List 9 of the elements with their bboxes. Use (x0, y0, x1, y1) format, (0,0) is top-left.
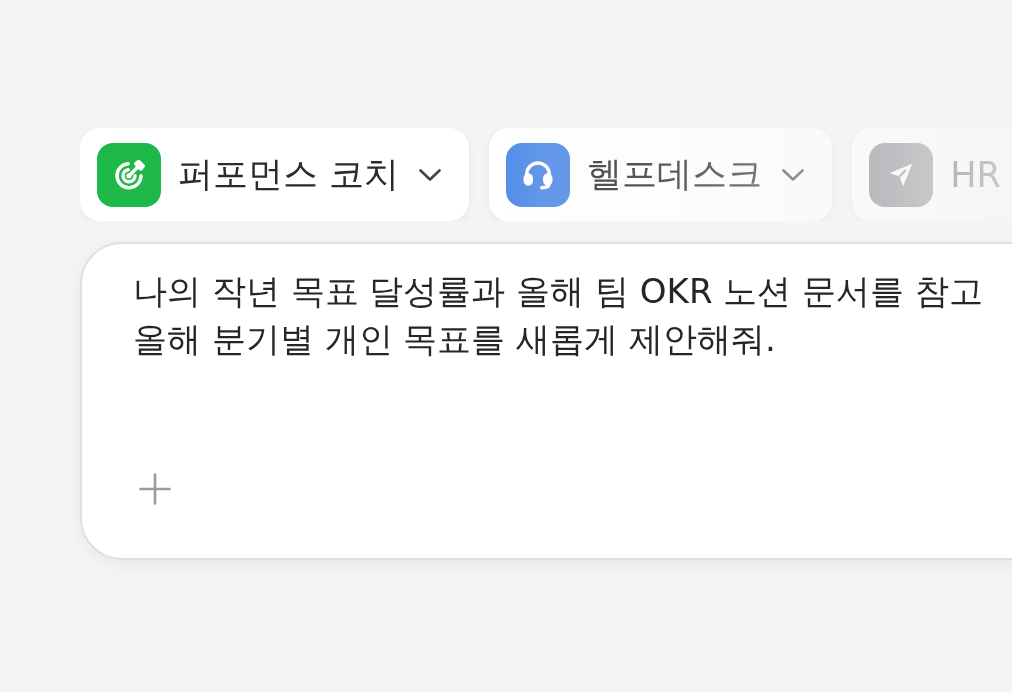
send-icon (869, 142, 934, 207)
agent-dropdown[interactable]: 헬프데스크 (489, 128, 833, 221)
agent-name: 헬프데스크 (587, 153, 763, 196)
agent-dropdown[interactable]: 퍼포먼스 코치 (80, 128, 470, 221)
target-icon (97, 142, 161, 207)
plus-icon (139, 473, 171, 505)
agent-name: 퍼포먼스 코치 (178, 153, 400, 196)
prompt-field[interactable]: 나의 작년 목표 달성률과 올해 팀 OKR 노션 문서를 참고 올해 분기별 개인 목표를 새롭게 제안해줘. (133, 267, 983, 363)
headset-icon (506, 142, 571, 207)
